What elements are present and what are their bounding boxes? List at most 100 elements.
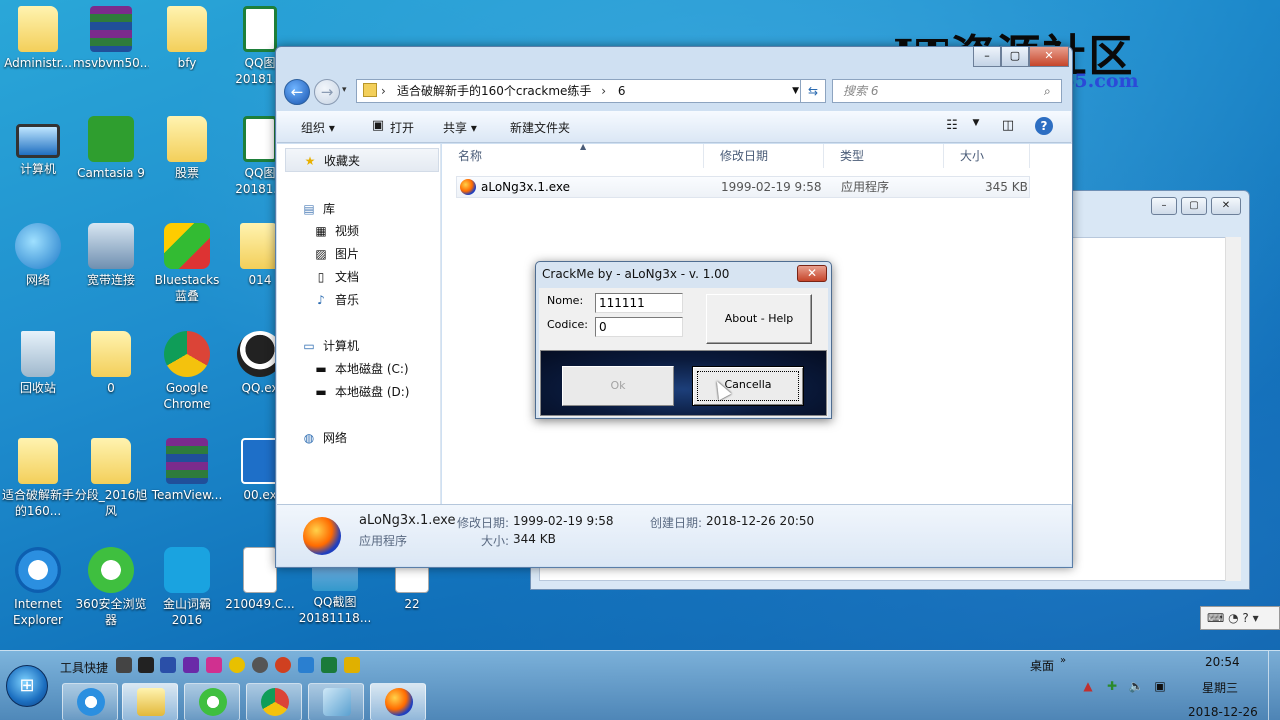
organize-label: 组织	[301, 121, 326, 135]
desktop-icon[interactable]: Bluestacks 蓝叠	[149, 223, 225, 304]
tool-icon[interactable]	[252, 657, 268, 673]
search-icon[interactable]: ⌕	[1044, 84, 1051, 99]
nav-drive-d[interactable]: ▬ 本地磁盘 (D:)	[313, 383, 409, 400]
vertical-scrollbar[interactable]	[1225, 237, 1241, 581]
tool-icon[interactable]	[116, 657, 132, 673]
tool-icon[interactable]	[160, 657, 176, 673]
open-button[interactable]: 打开	[390, 119, 414, 136]
history-dropdown-icon[interactable]: ▾	[342, 85, 347, 95]
share-menu[interactable]: 共享 ▾	[443, 119, 477, 136]
close-button[interactable]: ✕	[1211, 197, 1241, 215]
volume-icon[interactable]: 🔈	[1128, 679, 1144, 695]
nav-favorites-label: 收藏夹	[324, 154, 361, 168]
tool-icon[interactable]	[321, 657, 337, 673]
column-header-type[interactable]: 类型	[824, 144, 944, 168]
nav-libraries[interactable]: ▤ 库	[301, 200, 335, 217]
tool-icon[interactable]	[138, 657, 154, 673]
nav-computer[interactable]: ▭ 计算机	[301, 337, 359, 354]
windows-start-icon[interactable]: ⊞	[6, 665, 48, 707]
details-created-value: 2018-12-26 20:50	[706, 514, 815, 528]
ok-button[interactable]: Ok	[562, 366, 674, 406]
show-desktop-button[interactable]	[1268, 651, 1280, 720]
desktop-toolbar-label[interactable]: 桌面	[1030, 657, 1054, 674]
organize-menu[interactable]: 组织 ▾	[301, 119, 335, 136]
tray-security-icon[interactable]: ✚	[1104, 679, 1120, 695]
desktop-icon[interactable]: 网络	[0, 223, 76, 288]
codice-input[interactable]	[595, 317, 683, 337]
table-row[interactable]: aLoNg3x.1.exe 1999-02-19 9:58 应用程序 345 K…	[456, 176, 1030, 198]
tray-app-icon[interactable]: ▲	[1080, 679, 1096, 695]
desktop-icon[interactable]: msvbvm50...	[73, 6, 149, 71]
desktop-icon[interactable]: TeamView...	[149, 438, 225, 503]
address-bar[interactable]: › 适合破解新手的160个crackme练手 › 6 ▼	[356, 79, 806, 103]
taskbar-explorer[interactable]	[122, 683, 178, 720]
nav-network[interactable]: ◍ 网络	[301, 429, 347, 446]
taskbar-app[interactable]	[308, 683, 364, 720]
crackme-dialog[interactable]: CrackMe by - aLoNg3x - v. 1.00 ✕ Nome: C…	[535, 261, 832, 419]
tool-icon[interactable]	[229, 657, 245, 673]
desktop-icon[interactable]: 计算机	[0, 116, 76, 177]
ime-toolbar[interactable]: ⌨ ◔ ? ▾	[1200, 606, 1280, 630]
breadcrumb-segment[interactable]: 6	[618, 84, 626, 98]
desktop-icon[interactable]: 0	[73, 331, 149, 396]
taskbar-crackme[interactable]	[370, 683, 426, 720]
desktop-icon[interactable]: Administr...	[0, 6, 76, 71]
desktop-icon[interactable]: 金山词霸 2016	[149, 547, 225, 628]
desktop-icon[interactable]: 适合破解新手的160...	[0, 438, 76, 519]
clock-weekday[interactable]: 星期三	[1202, 679, 1238, 696]
refresh-icon[interactable]: ⇆	[800, 79, 826, 103]
taskbar-ie[interactable]	[62, 683, 118, 720]
nav-music[interactable]: ♪ 音乐	[313, 291, 359, 308]
desktop-icon[interactable]: 宽带连接	[73, 223, 149, 288]
hex-tool-icon[interactable]	[206, 657, 222, 673]
desktop-icon[interactable]: 分段_2016旭风	[73, 438, 149, 519]
desktop-icon[interactable]: Camtasia 9	[73, 116, 149, 181]
nav-videos[interactable]: ▦ 视频	[313, 222, 359, 239]
view-dropdown-icon[interactable]: ▼	[967, 118, 985, 136]
crackme-close-button[interactable]: ✕	[797, 265, 827, 282]
taskbar-360[interactable]	[184, 683, 240, 720]
tool-icon[interactable]	[183, 657, 199, 673]
desktop-icon[interactable]: 回收站	[0, 331, 76, 396]
network-globe-icon	[15, 223, 61, 269]
new-folder-button[interactable]: 新建文件夹	[510, 119, 570, 136]
column-header-modified[interactable]: 修改日期	[704, 144, 824, 168]
desktop-icon[interactable]: 股票	[149, 116, 225, 181]
view-options-icon[interactable]: ☷	[943, 118, 961, 136]
minimize-button[interactable]: –	[1151, 197, 1177, 215]
taskbar-chrome[interactable]	[246, 683, 302, 720]
forward-arrow-icon[interactable]: →	[314, 79, 340, 105]
explorer-maximize-button[interactable]: ▢	[1001, 47, 1029, 67]
nav-drive-c[interactable]: ▬ 本地磁盘 (C:)	[313, 360, 408, 377]
help-icon[interactable]: ?	[1035, 117, 1053, 135]
maximize-button[interactable]: ▢	[1181, 197, 1207, 215]
tool-icon[interactable]	[298, 657, 314, 673]
column-header-size[interactable]: 大小	[944, 144, 1030, 168]
desktop-icon[interactable]: Internet Explorer	[0, 547, 76, 628]
explorer-minimize-button[interactable]: –	[973, 47, 1001, 67]
nome-input[interactable]	[595, 293, 683, 313]
clock-time[interactable]: 20:54	[1205, 655, 1240, 669]
nav-documents[interactable]: ▯ 文档	[313, 268, 359, 285]
breadcrumb-segment[interactable]: 适合破解新手的160个crackme练手	[397, 84, 591, 98]
desktop-icon[interactable]: 360安全浏览器	[73, 547, 149, 628]
nav-pictures[interactable]: ▨ 图片	[313, 245, 359, 262]
cancel-button[interactable]: Cancella	[692, 366, 804, 406]
about-help-button[interactable]: About - Help	[706, 294, 812, 344]
tool-icon[interactable]	[344, 657, 360, 673]
expand-chevron-icon[interactable]: »	[1060, 655, 1066, 666]
music-icon: ♪	[317, 293, 325, 307]
column-header-name[interactable]: 名称	[442, 144, 704, 168]
preview-pane-icon[interactable]: ◫	[999, 118, 1017, 136]
tool-icon[interactable]	[275, 657, 291, 673]
desktop-icon[interactable]: bfy	[149, 6, 225, 71]
clock-date[interactable]: 2018-12-26	[1188, 705, 1258, 719]
explorer-close-button[interactable]: ✕	[1029, 47, 1069, 67]
folder-icon	[167, 6, 207, 52]
address-dropdown-icon[interactable]: ▼	[792, 80, 799, 102]
network-tray-icon[interactable]: ▣	[1152, 679, 1168, 695]
desktop-icon[interactable]: Google Chrome	[149, 331, 225, 412]
back-arrow-icon[interactable]: ←	[284, 79, 310, 105]
nav-favorites[interactable]: ★ 收藏夹	[285, 148, 439, 172]
search-input[interactable]: 搜索 6	[832, 79, 1062, 103]
